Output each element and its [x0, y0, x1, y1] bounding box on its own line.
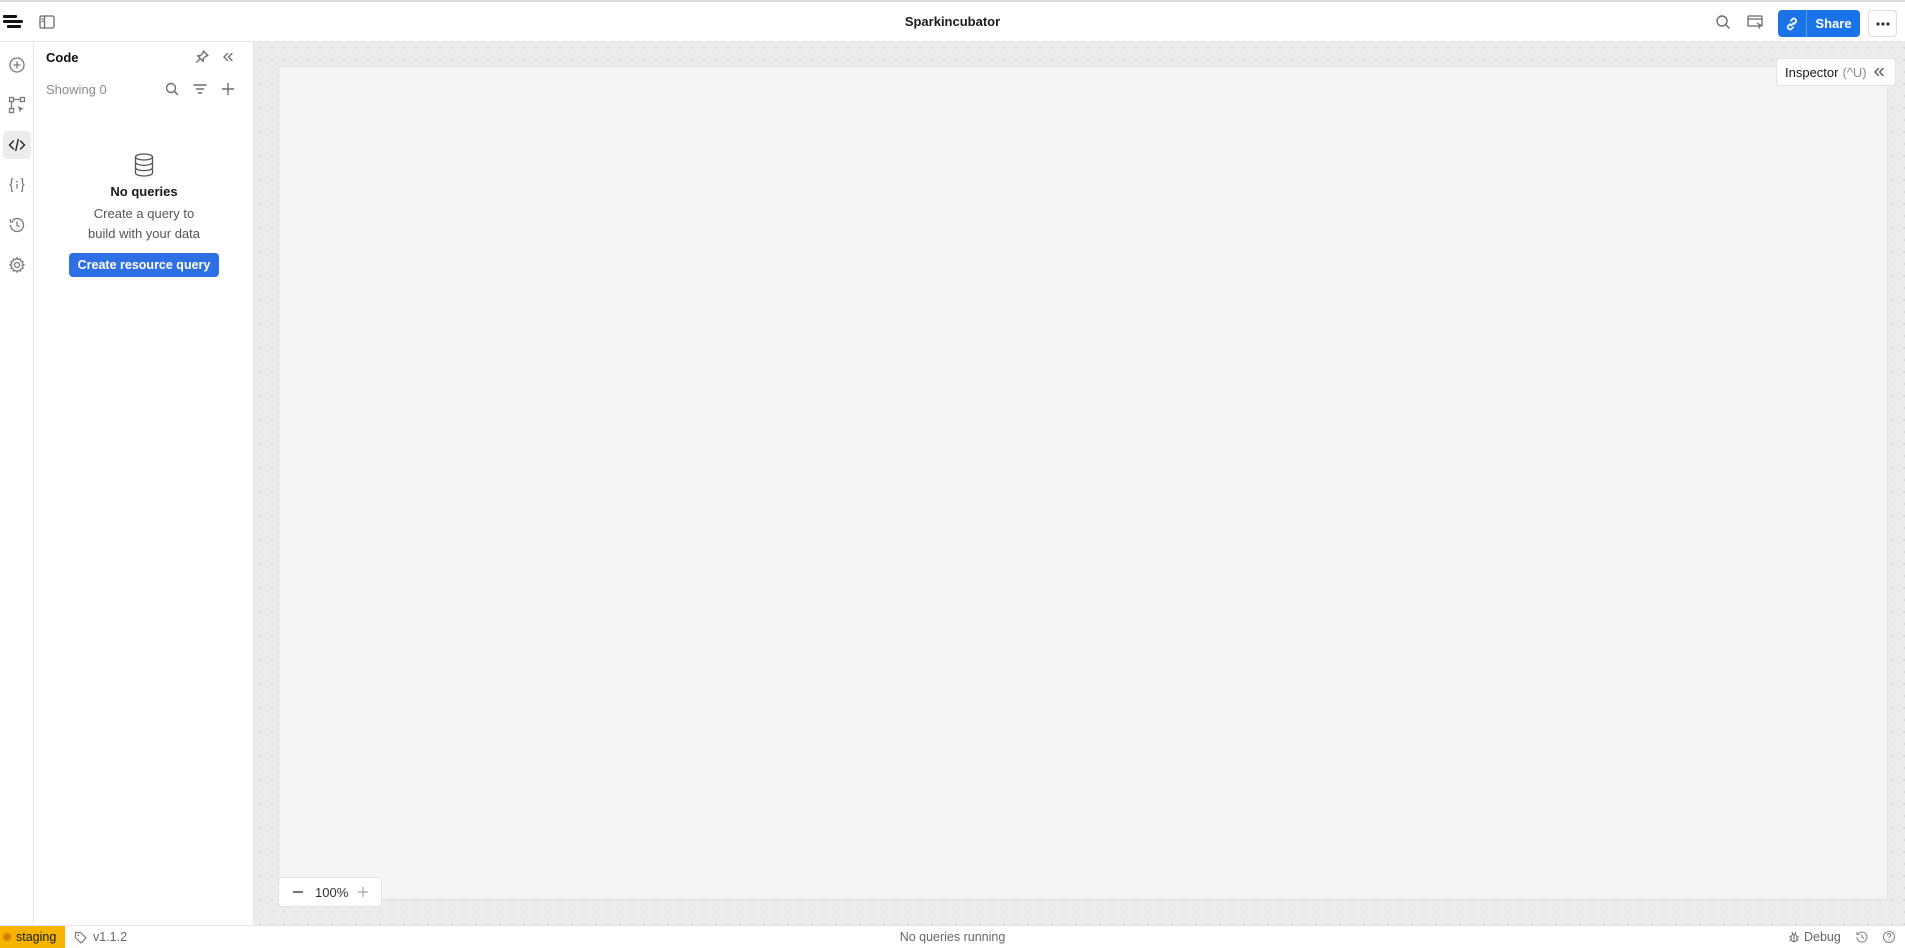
history-icon[interactable] — [3, 211, 31, 239]
filter-icon[interactable] — [192, 81, 208, 97]
link-icon — [1787, 17, 1797, 30]
share-group: Share — [1778, 10, 1860, 37]
help-icon[interactable] — [1882, 930, 1896, 944]
empty-title: No queries — [110, 184, 178, 199]
collapse-panel-icon[interactable] — [220, 49, 236, 65]
more-options-button[interactable] — [1868, 10, 1897, 37]
copy-link-button[interactable] — [1778, 10, 1807, 37]
zoom-out-icon[interactable] — [291, 885, 305, 899]
debug-label: Debug — [1804, 930, 1841, 944]
database-icon — [132, 152, 156, 178]
preview-icon[interactable] — [1746, 13, 1764, 31]
search-icon[interactable] — [1714, 13, 1732, 31]
settings-icon[interactable] — [3, 251, 31, 279]
canvas-area[interactable]: Inspector (^U) 100% — [254, 42, 1905, 925]
empty-state: No queries Create a query to build with … — [34, 152, 254, 277]
app-title[interactable]: Sparkincubator — [0, 14, 1905, 29]
empty-description: Create a query to build with your data — [87, 206, 200, 241]
debug-button[interactable]: Debug — [1788, 930, 1841, 944]
left-icon-rail — [0, 42, 34, 925]
top-bar: Sparkincubator Share — [0, 0, 1905, 42]
bug-icon — [1788, 931, 1800, 943]
zoom-level[interactable]: 100% — [315, 885, 348, 900]
zoom-in-icon[interactable] — [356, 885, 370, 899]
panel-title: Code — [46, 50, 79, 65]
queries-status: No queries running — [899, 930, 1006, 944]
code-panel: Code Showing 0 No queries Create a query… — [34, 42, 254, 925]
pin-icon[interactable] — [194, 49, 210, 65]
search-queries-icon[interactable] — [164, 81, 180, 97]
zoom-control: 100% — [278, 877, 382, 907]
add-component-icon[interactable] — [3, 51, 31, 79]
showing-count: Showing 0 — [46, 82, 107, 97]
add-query-icon[interactable] — [220, 81, 236, 97]
components-tree-icon[interactable] — [3, 91, 31, 119]
inspector-toggle[interactable]: Inspector (^U) — [1776, 58, 1896, 86]
history-icon[interactable] — [1855, 930, 1869, 944]
inspector-shortcut: (^U) — [1842, 64, 1867, 80]
code-icon[interactable] — [3, 131, 31, 159]
state-icon[interactable] — [3, 171, 31, 199]
more-icon — [1875, 21, 1890, 26]
create-resource-query-button[interactable]: Create resource query — [68, 253, 220, 277]
status-bar: staging v1.1.2 No queries running Debug — [0, 925, 1905, 948]
share-button[interactable]: Share — [1807, 10, 1860, 37]
collapse-inspector-icon[interactable] — [1872, 65, 1886, 79]
inspector-label: Inspector — [1785, 64, 1839, 80]
app-canvas[interactable] — [278, 66, 1888, 900]
